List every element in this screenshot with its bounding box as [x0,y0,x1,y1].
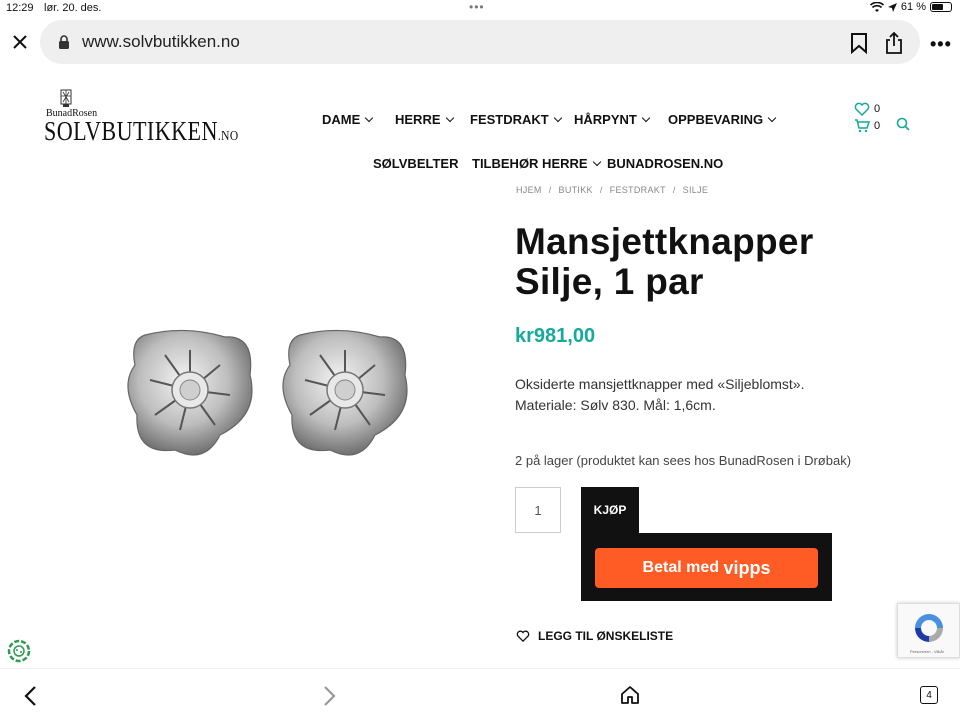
breadcrumb: HJEM / BUTIKK / FESTDRAKT / SILJE [516,185,709,195]
battery-icon [930,2,952,12]
logo-suffix: .NO [217,129,239,144]
chevron-down-icon [445,113,454,122]
recaptcha-icon [915,614,943,642]
nav-label: SØLVBELTER [373,156,459,171]
lock-icon [59,35,69,49]
vipps-pay-button[interactable]: Betal med vipps [595,548,818,588]
cookie-settings-icon[interactable] [7,639,31,663]
nav-label: OPPBEVARING [668,112,764,127]
product-description: Oksiderte mansjettknapper med «Siljeblom… [515,374,835,416]
chevron-down-icon [553,113,562,122]
status-time: 12:29 [6,2,34,14]
vipps-logo: vipps [723,557,771,578]
recaptcha-text: Personvern - Vilkår [910,649,944,654]
crest-icon [60,89,72,107]
back-icon[interactable] [22,685,38,707]
search-icon[interactable] [896,117,910,131]
cart-link[interactable]: 0 [854,117,880,134]
nav-item-harpynt[interactable]: HÅRPYNT [574,112,651,127]
quantity-input[interactable]: 1 [515,487,561,533]
chevron-down-icon [641,113,651,122]
nav-item-herre[interactable]: HERRE [395,112,454,127]
header-icons: 0 0 [854,100,880,134]
more-icon[interactable]: ••• [930,34,952,55]
site-logo[interactable]: BunadRosen SOLVBUTIKKEN.NO [44,88,244,148]
nav-item-oppbevaring[interactable]: OPPBEVARING [668,112,777,127]
nav-item-bunadrosen[interactable]: BUNADROSEN.NO [607,156,723,171]
wifi-icon [869,1,884,12]
close-icon[interactable] [10,32,30,52]
product-price: kr981,00 [515,325,596,347]
nav-label: HERRE [395,112,441,127]
cufflink-left [127,329,253,456]
buy-button[interactable]: KJØP [581,487,639,533]
nav-label: HÅRPYNT [574,112,637,127]
product-title: Mansjettknapper Silje, 1 par [515,221,814,302]
location-icon [887,2,897,12]
nav-label: TILBEHØR HERRE [472,156,588,171]
cart-icon [855,118,870,132]
bookmark-icon[interactable] [850,32,868,54]
add-to-wishlist[interactable]: LEGG TIL ØNSKELISTE [516,629,673,643]
heart-icon [516,630,530,642]
status-right: 61 % [869,1,952,13]
battery-percent: 61 % [900,1,926,13]
url-text: www.solvbutikken.no [82,32,240,51]
heart-icon [854,102,870,116]
nav-item-dame[interactable]: DAME [322,112,374,127]
logo-big-text: SOLVBUTIKKEN.NO [44,116,239,147]
stock-status: 2 på lager (produktet kan sees hos Bunad… [515,453,852,468]
wishlist-count: 0 [874,102,881,115]
status-bar: 12:29 lør. 20. des. ••• 61 % [0,0,960,18]
breadcrumb-category[interactable]: FESTDRAKT [610,185,666,195]
forward-icon[interactable] [322,685,338,707]
home-icon[interactable] [620,685,640,705]
breadcrumb-home[interactable]: HJEM [516,185,542,195]
nav-item-festdrakt[interactable]: FESTDRAKT [470,112,562,127]
description-line: Oksiderte mansjettknapper med «Siljeblom… [515,376,805,392]
nav-item-tilbehor-herre[interactable]: TILBEHØR HERRE [472,156,601,171]
tabs-button[interactable]: 4 [920,686,938,704]
cart-count: 0 [874,119,881,132]
chevron-down-icon [365,113,374,122]
nav-label: BUNADROSEN.NO [607,156,724,171]
nav-label: DAME [322,112,361,127]
nav-label: FESTDRAKT [470,112,549,127]
nav-item-solvbelter[interactable]: SØLVBELTER [373,156,458,171]
vipps-label: Betal med [642,559,719,576]
cufflink-right [282,329,408,456]
browser-toolbar: www.solvbutikken.no ••• [0,18,960,68]
browser-bottom-toolbar: 4 [0,668,960,720]
breadcrumb-shop[interactable]: BUTIKK [559,185,593,195]
description-line: Materiale: Sølv 830. Mål: 1,6cm. [515,397,716,413]
breadcrumb-current[interactable]: SILJE [683,185,709,195]
address-bar[interactable]: www.solvbutikken.no [40,20,920,64]
vipps-container: Betal med vipps [581,533,832,601]
logo-name: SOLVBUTIKKEN [44,116,218,146]
recaptcha-badge[interactable]: Personvern - Vilkår [897,603,960,658]
wishlist-label: LEGG TIL ØNSKELISTE [538,629,674,643]
chevron-down-icon [592,157,601,166]
wishlist-link[interactable]: 0 [854,100,880,117]
product-image[interactable] [110,310,430,470]
status-date: lør. 20. des. [44,2,102,14]
multitasking-dots-icon[interactable]: ••• [469,0,485,14]
share-icon[interactable] [884,31,904,55]
chevron-down-icon [767,113,777,122]
